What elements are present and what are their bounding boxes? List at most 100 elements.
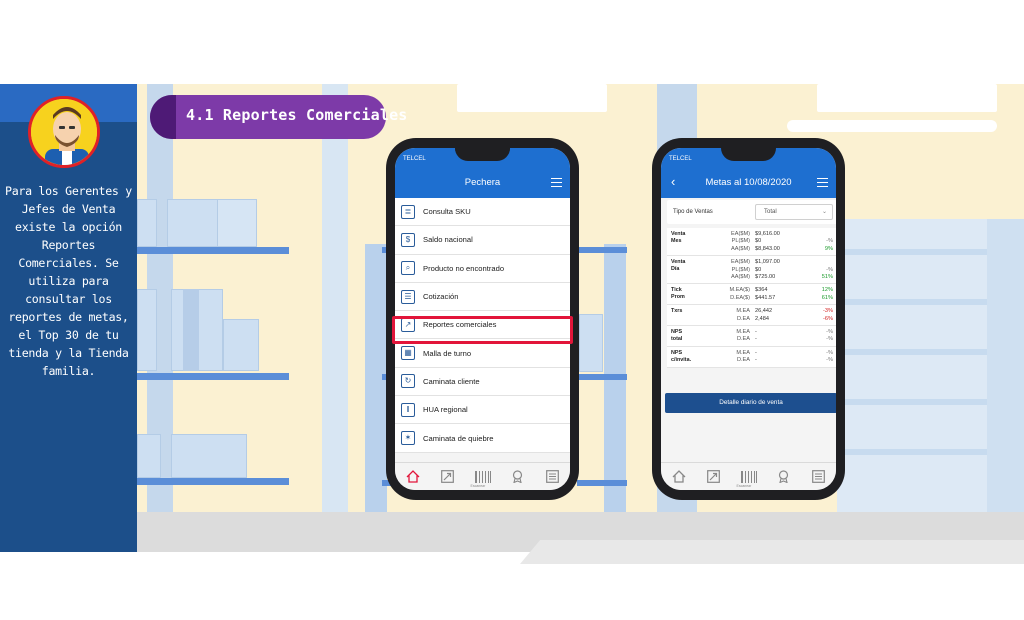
metric-values: EA($M) $1,097.00 PL($M) $0 -% AA($M) $725.00 51… <box>713 259 833 281</box>
metric-label-line: Día <box>671 266 680 273</box>
metric-value: $364 <box>755 287 768 294</box>
metric-pct: -% <box>826 266 833 273</box>
menu-item-saldo-nacional[interactable]: $ Saldo nacional <box>395 226 570 255</box>
character-avatar <box>28 96 100 168</box>
metric-line: AA($M) $8,843.00 9% <box>713 246 833 253</box>
detalle-diario-button[interactable]: Detalle diario de venta <box>665 393 836 413</box>
metric-row: NPS total M.EA - -% D.EA - -% <box>667 326 836 347</box>
metric-line: PL($M) $0 -% <box>713 238 833 245</box>
tab-list[interactable] <box>811 469 827 485</box>
quote-list-icon: ☰ <box>401 289 415 304</box>
menu-item-label: Cotización <box>423 292 459 302</box>
menu-item-cotizaci-n[interactable]: ☰ Cotización <box>395 282 570 312</box>
metric-line: D.EA 2,484 -6% <box>713 316 833 323</box>
skylight <box>787 120 997 132</box>
menu-item-caminata-cliente[interactable]: ↻ Caminata cliente <box>395 367 570 397</box>
metric-label-line: Mes <box>671 238 682 244</box>
metric-row: Venta Día EA($M) $1,097.00 PL($M) $0 -% AA($M) $… <box>667 256 836 285</box>
phone-screen: TELCEL 12:23 ‹ Metas al 10/08/2020 Tipo … <box>661 148 836 490</box>
metric-label-line: Prom <box>671 294 685 301</box>
metric-value: 26,442 <box>755 308 773 315</box>
metric-label-line: NPS <box>671 349 683 356</box>
skylight <box>817 84 997 112</box>
hamburger-menu-icon[interactable] <box>817 178 828 187</box>
metric-pct: -% <box>826 238 833 245</box>
phone-notch <box>455 148 510 161</box>
menu-item-label: Caminata de quiebre <box>423 433 494 443</box>
tab-home[interactable] <box>671 469 687 485</box>
menu-item-label: Saldo nacional <box>423 235 473 245</box>
metric-value: $0 <box>755 266 762 273</box>
box <box>137 199 157 247</box>
metric-key: AA($M) <box>731 245 750 252</box>
box <box>171 434 247 478</box>
slide: Para los Gerentes y Jefes de Venta exist… <box>0 0 1024 620</box>
sales-type-filter: Tipo de Ventas Total ⌄ <box>667 200 836 224</box>
balance-icon: $ <box>401 232 415 247</box>
metric-value: $0 <box>755 238 762 245</box>
chevron-down-icon: ⌄ <box>821 209 827 215</box>
search-product-icon: ⌕ <box>401 261 415 276</box>
metric-value: $1,097.00 <box>755 259 780 266</box>
tab-scan[interactable]: Escanear <box>471 469 491 488</box>
metric-line: M.EA 26,442 -3% <box>713 308 833 315</box>
metric-values: M.EA - -% D.EA - -% <box>713 350 833 365</box>
metric-value: - <box>755 336 757 343</box>
app-navbar: ‹ Metas al 10/08/2020 <box>661 168 836 198</box>
walk-icon: ✶ <box>401 431 415 446</box>
menu-item-hua-regional[interactable]: ‖ HUA regional <box>395 396 570 425</box>
metric-key: EA($M) <box>731 259 750 266</box>
bottom-tab-bar: Escanear <box>395 462 570 490</box>
metric-label-line: Venta <box>671 231 686 237</box>
sales-type-select[interactable]: Total ⌄ <box>755 204 833 220</box>
tab-award[interactable] <box>776 469 792 485</box>
list-icon <box>812 470 825 483</box>
warehouse-background <box>137 84 1024 552</box>
shelf-beam <box>137 478 289 485</box>
metric-key: M.EA($) <box>729 287 750 294</box>
menu-item-producto-no-encontrado[interactable]: ⌕ Producto no encontrado <box>395 254 570 283</box>
metric-key: D.EA($) <box>730 294 750 301</box>
pillar <box>322 84 348 514</box>
tab-award[interactable] <box>510 469 526 485</box>
box <box>217 199 257 247</box>
metric-line: D.EA - -% <box>713 357 833 364</box>
metric-line: M.EA - -% <box>713 350 833 357</box>
metric-label-line: Txrs <box>671 308 683 315</box>
shelf-beam <box>577 480 627 486</box>
tab-tools[interactable] <box>706 469 722 485</box>
menu-item-caminata-de-quiebre[interactable]: ✶ Caminata de quiebre <box>395 424 570 453</box>
phone-metas: TELCEL 12:23 ‹ Metas al 10/08/2020 Tipo … <box>652 138 845 500</box>
menu-item-label: Malla de turno <box>423 348 472 358</box>
metric-row: Txrs M.EA 26,442 -3% D.EA 2,484 -6% <box>667 305 836 327</box>
box <box>579 314 603 372</box>
metric-pct: -% <box>826 336 833 343</box>
metric-label: Venta Mes <box>671 231 713 253</box>
shelf-beam <box>137 373 289 380</box>
metric-key: D.EA <box>736 336 750 343</box>
metric-label: NPS c/invita. <box>671 350 713 365</box>
schedule-grid-icon: ▦ <box>401 346 415 361</box>
metric-values: EA($M) $9,616.00 PL($M) $0 -% AA($M) $8,843.00… <box>713 231 833 253</box>
metric-label: Venta Día <box>671 259 713 281</box>
scan-label: Escanear <box>470 483 486 488</box>
metric-value: $725.00 <box>755 274 776 281</box>
metric-value: - <box>755 357 757 364</box>
metric-value: - <box>755 349 757 356</box>
hamburger-menu-icon[interactable] <box>551 178 562 187</box>
metric-line: EA($M) $1,097.00 <box>713 259 833 266</box>
tab-tools[interactable] <box>440 469 456 485</box>
metric-values: M.EA($) $364 12% D.EA($) $441.57 61% <box>713 287 833 302</box>
tab-scan[interactable]: Escanear <box>737 469 757 488</box>
menu-item-consulta-sku[interactable]: ≣ Consulta SKU <box>395 198 570 227</box>
metric-label: Tick Prom <box>671 287 713 302</box>
tab-home[interactable] <box>405 469 421 485</box>
metric-key: D.EA <box>736 357 750 364</box>
metric-pct: 12% <box>821 287 833 294</box>
tab-list[interactable] <box>545 469 561 485</box>
metric-value: $8,843.00 <box>755 245 780 252</box>
menu-item-label: Consulta SKU <box>423 207 471 217</box>
sidebar-description: Para los Gerentes y Jefes de Venta exist… <box>5 184 132 378</box>
pillar <box>987 219 1024 552</box>
metric-pct: 51% <box>821 274 833 281</box>
